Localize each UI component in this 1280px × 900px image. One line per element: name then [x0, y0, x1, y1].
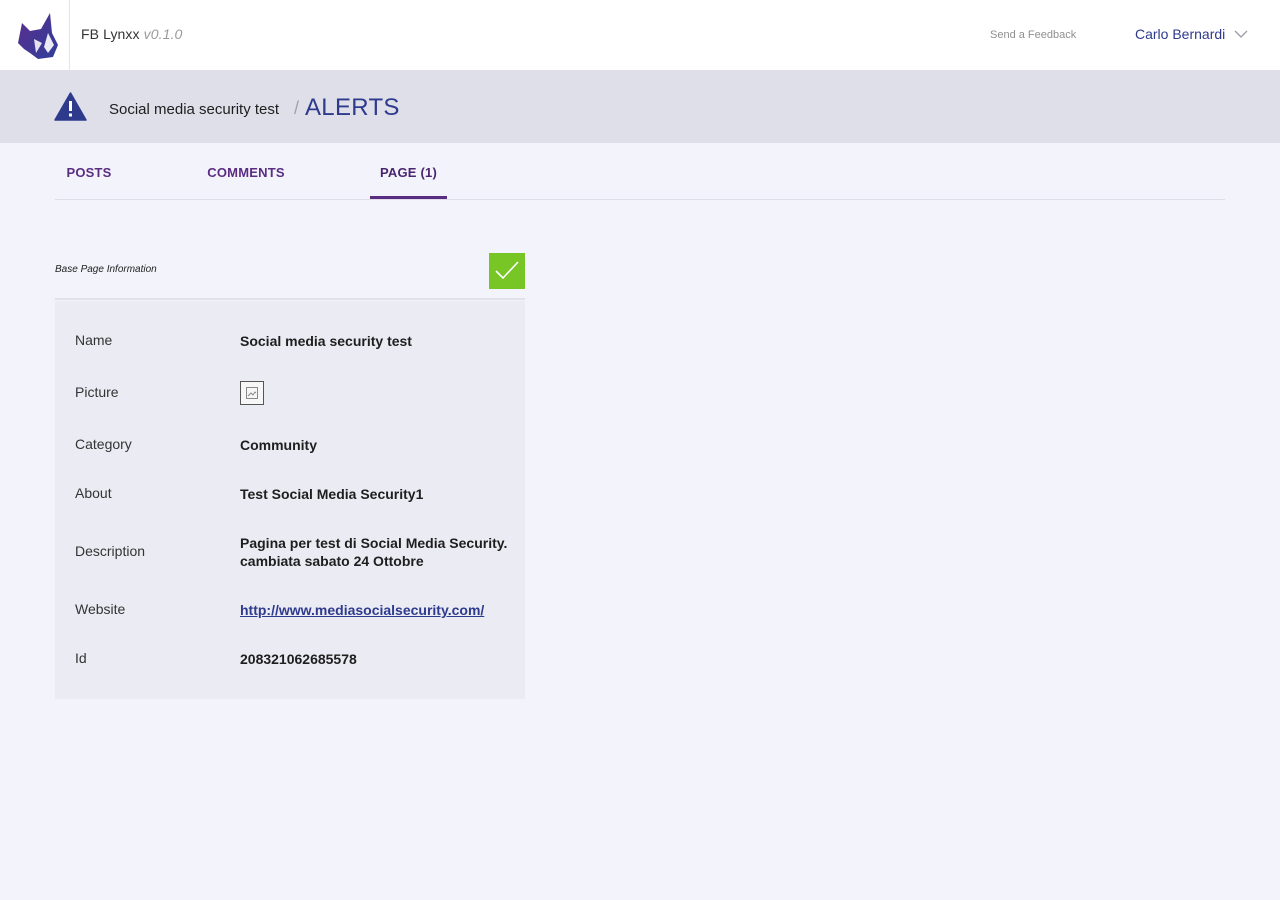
tab-comments[interactable]: COMMENTS	[192, 143, 300, 199]
website-link[interactable]: http://www.mediasocialsecurity.com/	[240, 602, 484, 618]
tab-posts[interactable]: POSTS	[55, 143, 123, 199]
check-icon	[495, 261, 519, 280]
info-value: Pagina per test di Social Media Security…	[240, 535, 508, 569]
info-label: Picture	[75, 384, 119, 400]
user-name: Carlo Bernardi	[1135, 26, 1226, 42]
confirm-button[interactable]	[489, 253, 525, 289]
info-value: Test Social Media Security1	[240, 486, 424, 502]
info-label: Name	[75, 332, 113, 348]
info-label: Website	[75, 601, 126, 617]
send-feedback-link[interactable]: Send a Feedback	[990, 29, 1076, 41]
page-picture	[240, 381, 264, 405]
app-version: v0.1.0	[143, 26, 183, 42]
breadcrumb-page[interactable]: Social media security test	[109, 101, 279, 118]
app-title: FB Lynxx v0.1.0	[81, 26, 182, 42]
breadcrumb-separator: /	[294, 98, 300, 118]
info-label: Category	[75, 436, 132, 452]
warning-icon	[54, 92, 87, 121]
info-row-picture: Picture	[75, 381, 515, 407]
top-bar: FB Lynxx v0.1.0 Send a Feedback Carlo Be…	[0, 0, 1280, 70]
info-value: Community	[240, 437, 317, 453]
info-label: Description	[75, 543, 146, 559]
tab-bar: POSTS COMMENTS PAGE (1)	[55, 143, 1225, 200]
info-value: Social media security test	[240, 333, 412, 349]
info-label: Id	[75, 650, 87, 666]
info-label: About	[75, 485, 112, 501]
info-value: 208321062685578	[240, 651, 357, 667]
page-info-card: Name Social media security test Picture …	[55, 301, 525, 699]
page-header: Social media security test / ALERTS	[0, 70, 1280, 143]
lynx-logo-icon	[17, 13, 58, 59]
page-title: ALERTS	[305, 94, 400, 121]
card-divider	[55, 298, 525, 300]
card-title: Base Page Information	[55, 264, 157, 275]
user-menu[interactable]: Carlo Bernardi	[1135, 26, 1248, 42]
logo[interactable]	[0, 0, 70, 70]
info-value: http://www.mediasocialsecurity.com/	[240, 601, 515, 619]
app-name: FB Lynxx	[81, 26, 140, 42]
tab-page[interactable]: PAGE (1)	[370, 143, 447, 199]
chevron-down-icon	[1234, 30, 1248, 38]
broken-image-icon	[246, 387, 258, 399]
